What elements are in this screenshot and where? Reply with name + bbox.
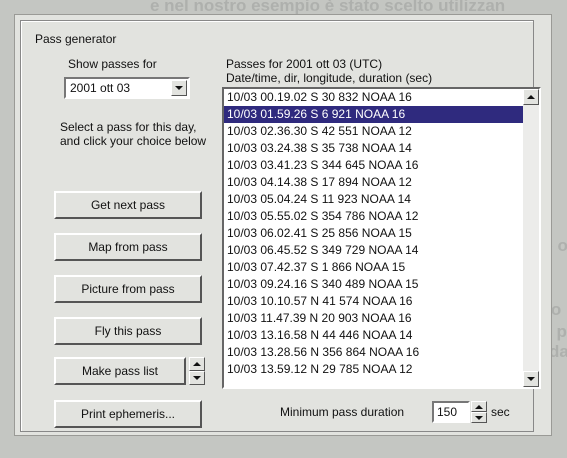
- columns-header: Date/time, dir, longitude, duration (sec…: [226, 71, 433, 85]
- make-pass-list-button[interactable]: Make pass list: [54, 357, 186, 385]
- arrow-up-icon: [193, 362, 201, 366]
- pass-list-item[interactable]: 10/03 10.10.57 N 41 574 NOAA 16: [224, 293, 523, 310]
- map-from-pass-button[interactable]: Map from pass: [54, 233, 202, 261]
- date-value: 2001 ott 03: [70, 81, 131, 95]
- spin-down-button[interactable]: [189, 371, 205, 385]
- arrow-up-icon: [475, 404, 483, 409]
- chevron-down-icon: [175, 86, 183, 90]
- arrow-down-icon: [475, 415, 483, 420]
- spin-up-button[interactable]: [189, 357, 205, 371]
- pass-list-item[interactable]: 10/03 01.59.26 S 6 921 NOAA 16: [224, 106, 523, 123]
- passes-listbox[interactable]: 10/03 00.19.02 S 30 832 NOAA 16 10/03 01.…: [222, 87, 541, 389]
- show-passes-label: Show passes for: [68, 57, 157, 71]
- vertical-scrollbar[interactable]: [523, 89, 539, 387]
- min-duration-unit: sec: [491, 405, 510, 419]
- arrow-down-icon: [527, 377, 535, 381]
- print-ephemeris-button[interactable]: Print ephemeris...: [54, 400, 202, 428]
- arrow-up-icon: [527, 95, 535, 99]
- pass-list-item[interactable]: 10/03 09.24.16 S 340 489 NOAA 15: [224, 276, 523, 293]
- arrow-down-icon: [193, 376, 201, 380]
- pass-list-item[interactable]: 10/03 07.42.37 S 1 866 NOAA 15: [224, 259, 523, 276]
- date-dropdown[interactable]: 2001 ott 03: [64, 77, 190, 99]
- pass-list-item[interactable]: 10/03 06.45.52 S 349 729 NOAA 14: [224, 242, 523, 259]
- fly-this-pass-button[interactable]: Fly this pass: [54, 317, 202, 345]
- spin-down-button[interactable]: [471, 412, 487, 423]
- pass-list-item[interactable]: 10/03 04.14.38 S 17 894 NOAA 12: [224, 174, 523, 191]
- pass-list-item[interactable]: 10/03 00.19.02 S 30 832 NOAA 16: [224, 89, 523, 106]
- passes-list: 10/03 00.19.02 S 30 832 NOAA 16 10/03 01.…: [224, 89, 523, 378]
- pass-list-item[interactable]: 10/03 13.28.56 N 356 864 NOAA 16: [224, 344, 523, 361]
- dropdown-button[interactable]: [171, 80, 187, 96]
- pass-list-item[interactable]: 10/03 05.55.02 S 354 786 NOAA 12: [224, 208, 523, 225]
- scroll-down-button[interactable]: [523, 371, 539, 387]
- picture-from-pass-button[interactable]: Picture from pass: [54, 275, 202, 303]
- pass-list-item[interactable]: 10/03 11.47.39 N 20 903 NOAA 16: [224, 310, 523, 327]
- scroll-up-button[interactable]: [523, 89, 539, 105]
- pass-list-item[interactable]: 10/03 02.36.30 S 42 551 NOAA 12: [224, 123, 523, 140]
- group-title: Pass generator: [32, 32, 120, 46]
- passes-header: Passes for 2001 ott 03 (UTC): [226, 57, 383, 71]
- min-duration-input[interactable]: 150: [432, 401, 470, 423]
- get-next-pass-button[interactable]: Get next pass: [54, 191, 202, 219]
- pass-list-item[interactable]: 10/03 05.04.24 S 11 923 NOAA 14: [224, 191, 523, 208]
- instructions-text: Select a pass for this day, and click yo…: [60, 120, 207, 148]
- pass-list-item[interactable]: 10/03 06.02.41 S 25 856 NOAA 15: [224, 225, 523, 242]
- spin-up-button[interactable]: [471, 401, 487, 412]
- pass-list-item[interactable]: 10/03 03.41.23 S 344 645 NOAA 16: [224, 157, 523, 174]
- min-duration-label: Minimum pass duration: [280, 405, 405, 419]
- pass-list-item[interactable]: 10/03 13.59.12 N 29 785 NOAA 12: [224, 361, 523, 378]
- min-duration-spinner[interactable]: [471, 401, 487, 423]
- pass-list-item[interactable]: 10/03 03.24.38 S 35 738 NOAA 14: [224, 140, 523, 157]
- pass-list-spinner[interactable]: [189, 357, 205, 385]
- pass-list-item[interactable]: 10/03 13.16.58 N 44 446 NOAA 14: [224, 327, 523, 344]
